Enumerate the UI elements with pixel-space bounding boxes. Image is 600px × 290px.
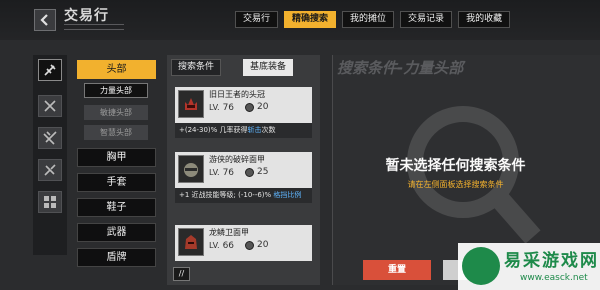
category-boots[interactable]: 鞋子 [77,198,156,217]
crossed-blades-icon [43,131,57,145]
back-button[interactable] [34,9,56,31]
top-bar: 交易行 交易行 精确搜索 我的摊位 交易记录 我的收藏 [0,0,600,40]
item-level: LV. 76 [209,103,235,113]
title-decoration [64,24,124,30]
tab-base-equipment[interactable]: 基底装备 [243,59,294,76]
collapse-button[interactable]: // [173,267,190,281]
coin-icon [245,102,254,112]
tab-trade-records[interactable]: 交易记录 [400,11,453,28]
coin-icon [245,240,254,250]
site-logo-icon [462,247,500,285]
results-panel: 搜索条件 基底装备 旧日王者的头冠 LV. 76 20 +(24-30)% 几率获… [167,55,320,285]
crown-helmet-icon [178,90,204,118]
tab-search-conditions[interactable]: 搜索条件 [171,59,222,76]
rail-offhand-button[interactable] [38,127,62,149]
rail-accessory-button[interactable] [38,159,62,181]
crossed-swords-icon [44,100,56,112]
subcategory-strength-head[interactable]: 力量头部 [84,83,148,98]
category-gloves[interactable]: 手套 [77,173,156,192]
category-weapon[interactable]: 武器 [77,223,156,242]
subcategory-wisdom-head[interactable]: 智慧头部 [84,125,148,140]
grid-items-icon [44,196,56,208]
item-affix: +(24-30)% 几率获得斩击次数 [175,123,312,138]
tab-precise-search[interactable]: 精确搜索 [284,11,337,28]
empty-condition-message: 暂未选择任何搜索条件 [385,158,526,174]
rail-weapon-button[interactable] [38,95,62,117]
category-head[interactable]: 头部 [77,60,156,79]
item-affix: +1 近战技能等级; (-10--6)% 格挡比例 [175,188,312,203]
equipment-type-rail [33,55,67,255]
item-name: 游侠的破碎面甲 [209,155,265,164]
category-chest[interactable]: 胸甲 [77,148,156,167]
item-level: LV. 76 [209,168,235,178]
empty-condition-hint: 请在左侧面板选择搜索条件 [407,180,504,189]
back-arrow-icon [40,14,48,26]
subcategory-agility-head[interactable]: 敏捷头部 [84,105,148,120]
rail-misc-button[interactable] [38,191,62,213]
item-card[interactable]: 游侠的破碎面甲 LV. 76 25 +1 近战技能等级; (-10--6)% 格挡… [175,152,312,203]
dragon-helmet-icon [178,228,204,256]
broken-blade-icon [44,164,56,176]
site-watermark: 易采游戏网 www.easck.net [458,243,600,290]
condition-title: 搜索条件-力量头部 [337,59,464,77]
item-level: LV. 66 [209,241,235,251]
category-panel: 头部 力量头部 敏捷头部 智慧头部 胸甲 手套 鞋子 武器 盾牌 [70,55,165,285]
item-cost: 20 [245,240,268,250]
tab-my-stall[interactable]: 我的摊位 [342,11,395,28]
page-title: 交易行 [64,8,109,24]
item-cost: 25 [245,167,268,177]
rail-armor-button[interactable] [38,59,62,81]
item-card[interactable]: 旧日王者的头冠 LV. 76 20 +(24-30)% 几率获得斩击次数 [175,87,312,138]
watermark-text: 易采游戏网 [504,251,599,271]
coin-icon [245,167,254,177]
item-name: 龙鳞卫面甲 [209,228,249,237]
tab-market[interactable]: 交易行 [235,11,279,28]
item-card[interactable]: 龙鳞卫面甲 LV. 66 20 [175,225,312,261]
tab-my-favorites[interactable]: 我的收藏 [458,11,511,28]
watermark-url: www.easck.net [520,273,588,283]
sword-pen-icon [44,64,56,76]
item-name: 旧日王者的头冠 [209,90,265,99]
visor-helmet-icon [178,155,204,183]
category-shield[interactable]: 盾牌 [77,248,156,267]
item-cost: 20 [245,102,268,112]
main-tabs: 交易行 精确搜索 我的摊位 交易记录 我的收藏 [235,11,511,28]
reset-button[interactable]: 重置 [363,260,431,280]
